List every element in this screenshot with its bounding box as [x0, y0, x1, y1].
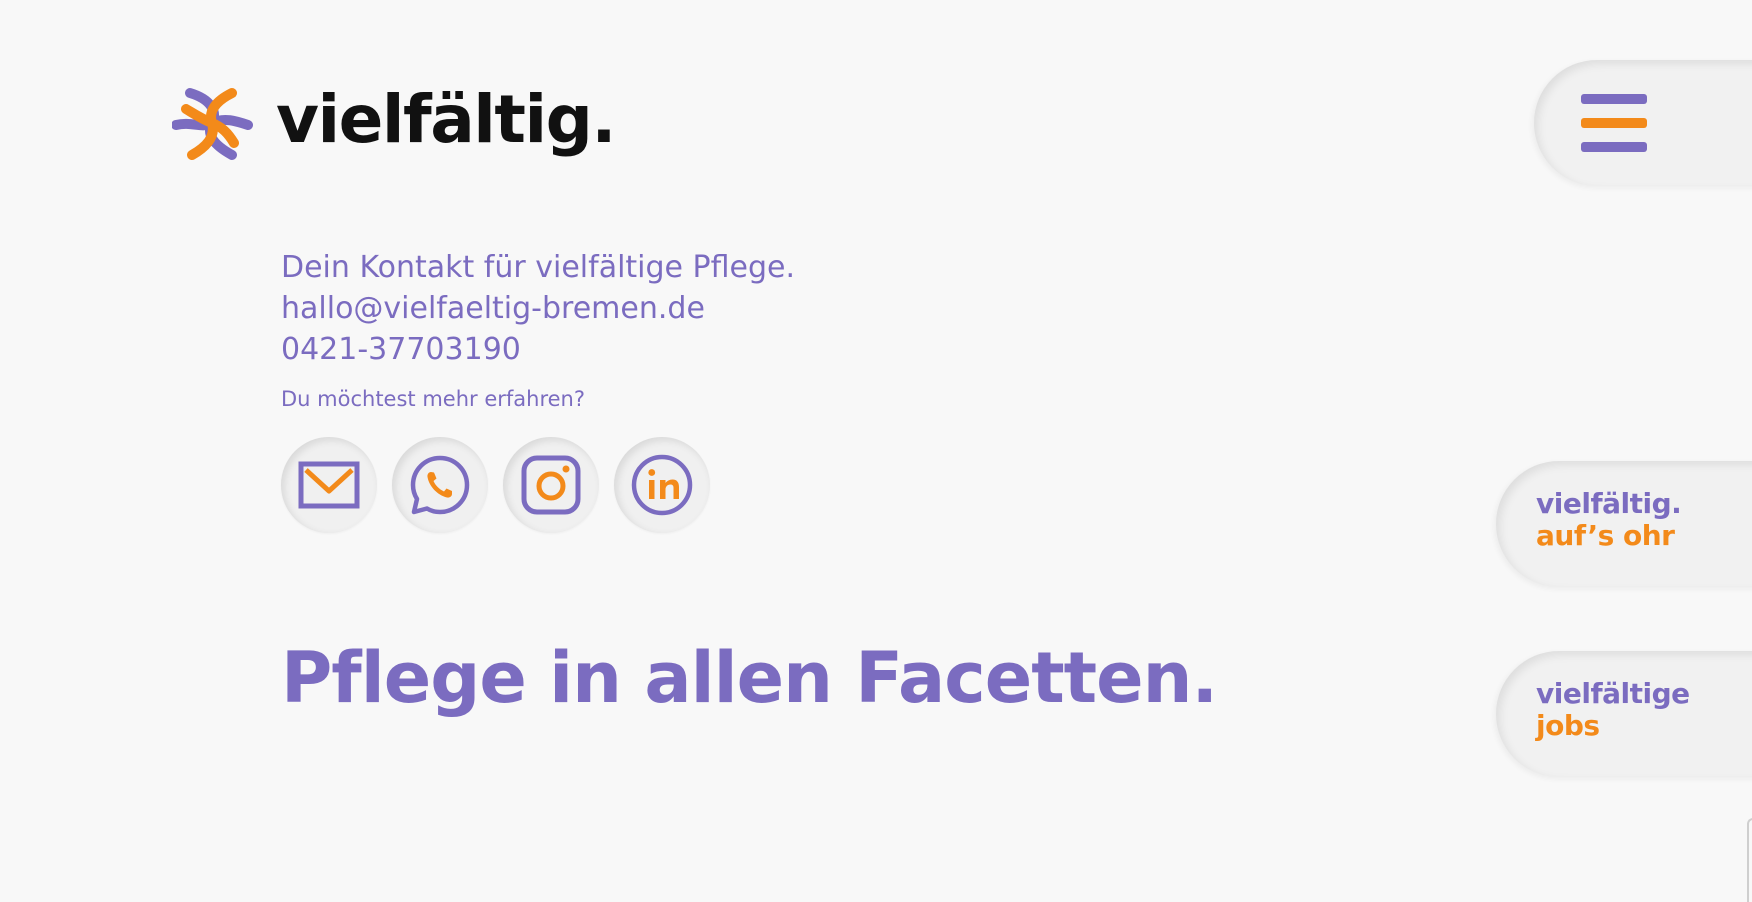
instagram-icon — [521, 455, 581, 515]
mail-icon — [298, 461, 360, 509]
contact-tagline: Dein Kontakt für vielfältige Pflege. — [281, 250, 796, 285]
jobs-link-label: vielfältige jobs — [1536, 678, 1690, 742]
instagram-button[interactable] — [503, 437, 599, 533]
email-link[interactable]: hallo@vielfaeltig-bremen.de — [281, 288, 795, 329]
hamburger-menu-icon — [1581, 94, 1647, 152]
logo-mark-icon — [172, 88, 253, 160]
jobs-link-subtitle: jobs — [1536, 709, 1600, 742]
linkedin-button[interactable] — [614, 437, 710, 533]
whatsapp-icon — [410, 455, 470, 515]
hero-headline: Pflege in allen Facetten. — [281, 637, 1218, 719]
menu-button[interactable] — [1534, 60, 1752, 186]
podcast-link-title: vielfältig. — [1536, 487, 1682, 520]
contact-block: Dein Kontakt für vielfältige Pflege. hal… — [281, 247, 795, 412]
more-info-prompt: Du möchtest mehr erfahren? — [281, 387, 585, 411]
podcast-link[interactable]: vielfältig. auf’s ohr — [1496, 461, 1752, 587]
podcast-link-label: vielfältig. auf’s ohr — [1536, 487, 1682, 552]
mail-button[interactable] — [281, 437, 377, 533]
phone-link[interactable]: 0421-37703190 — [281, 329, 795, 370]
social-links — [281, 437, 710, 533]
site-logo[interactable]: vielfältig. — [172, 81, 616, 164]
jobs-link-title: vielfältige — [1536, 677, 1690, 710]
logo-wordmark: vielfältig. — [276, 81, 616, 158]
linkedin-icon — [631, 454, 693, 516]
jobs-link[interactable]: vielfältige jobs — [1496, 651, 1752, 777]
podcast-link-subtitle: auf’s ohr — [1536, 519, 1675, 552]
edge-widget-tab[interactable] — [1747, 818, 1752, 902]
whatsapp-button[interactable] — [392, 437, 488, 533]
